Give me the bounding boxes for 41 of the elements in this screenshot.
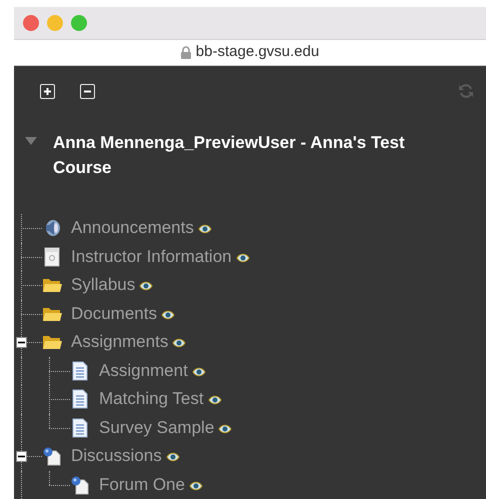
close-button[interactable] (23, 14, 39, 31)
course-title: Anna Mennenga_PreviewUser - Anna's Test Course (52, 132, 406, 179)
expand-all-button[interactable] (40, 84, 55, 98)
minus-icon (18, 339, 25, 346)
content-link[interactable]: Survey Sample (99, 418, 214, 438)
discussion-icon (70, 474, 90, 495)
document-icon (70, 360, 90, 381)
info-card-icon (42, 246, 62, 267)
refresh-icon[interactable] (458, 83, 474, 99)
plus-icon (43, 86, 52, 96)
eye-icon (172, 338, 186, 348)
content-link[interactable]: Syllabus (71, 275, 136, 296)
content-link[interactable]: Discussions (71, 446, 162, 466)
collapse-button[interactable] (16, 337, 27, 348)
eye-icon (160, 310, 175, 320)
eye-icon (166, 452, 180, 462)
content-link[interactable]: Matching Test (99, 389, 204, 410)
document-icon (70, 389, 90, 410)
eye-icon (188, 480, 203, 491)
document-icon (70, 418, 90, 438)
content-link[interactable]: Assignments (71, 332, 168, 352)
eye-icon (198, 224, 212, 234)
content-link[interactable]: Forum One (99, 474, 185, 495)
collapse-all-button[interactable] (80, 84, 95, 98)
content-link[interactable]: Documents (71, 304, 157, 324)
address-bar[interactable]: bb-stage.gvsu.edu (14, 40, 486, 66)
content-link[interactable]: Announcements (71, 218, 194, 238)
lock-icon (180, 46, 191, 59)
url-text: bb-stage.gvsu.edu (196, 42, 320, 62)
eye-icon (208, 395, 222, 406)
content-link[interactable]: Instructor Information (71, 246, 232, 267)
zoom-button[interactable] (71, 14, 87, 31)
minus-icon (18, 453, 25, 460)
content-link[interactable]: Assignment (99, 360, 188, 381)
discussion-icon (42, 446, 62, 466)
eye-icon (218, 424, 232, 434)
collapse-triangle-icon[interactable] (25, 137, 37, 145)
eye-icon (236, 252, 250, 263)
eye-icon (139, 281, 154, 292)
collapse-button[interactable] (16, 451, 27, 462)
eye-icon (192, 366, 206, 377)
